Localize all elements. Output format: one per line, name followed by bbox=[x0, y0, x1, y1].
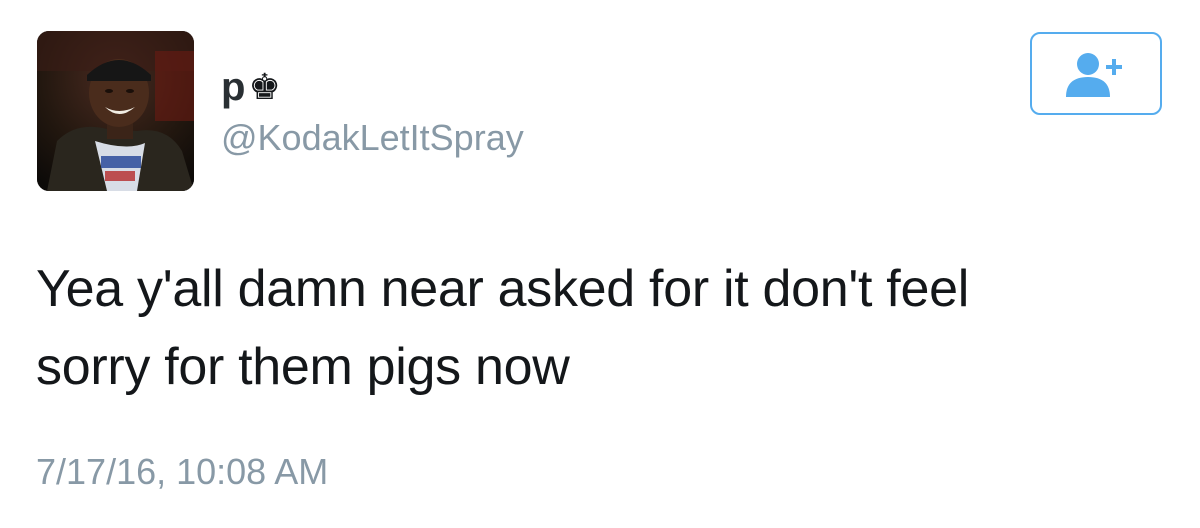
crown-icon: ♚ bbox=[248, 66, 281, 107]
tweet-text: Yea y'all damn near asked for it don't f… bbox=[36, 250, 1176, 406]
display-name-text: p bbox=[221, 65, 246, 109]
author-display-name[interactable]: p ♚ bbox=[221, 62, 281, 112]
add-user-icon bbox=[1066, 52, 1122, 97]
avatar[interactable] bbox=[37, 31, 194, 191]
tweet-text-line: Yea y'all damn near asked for it don't f… bbox=[36, 260, 969, 318]
avatar-photo bbox=[37, 31, 194, 191]
author-handle[interactable]: @KodakLetItSpray bbox=[221, 116, 524, 159]
tweet-timestamp[interactable]: 7/17/16, 10:08 AM bbox=[36, 450, 328, 493]
follow-button[interactable] bbox=[1030, 32, 1162, 115]
tweet-card: p ♚ @KodakLetItSpray Yea y'all damn near… bbox=[0, 0, 1200, 528]
tweet-text-line: sorry for them pigs now bbox=[36, 338, 570, 396]
